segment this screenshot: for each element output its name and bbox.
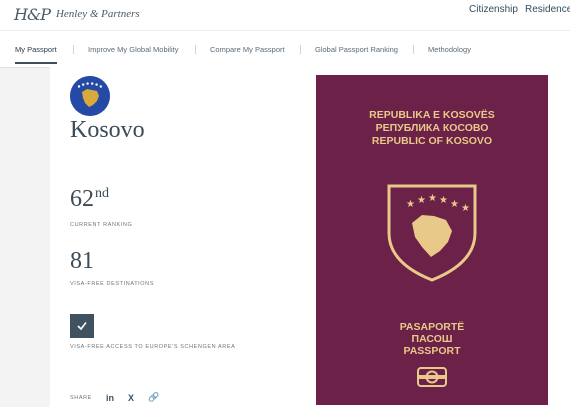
tab-separator xyxy=(413,45,414,54)
tab-separator xyxy=(300,45,301,54)
nav-link-residence[interactable]: Residence xyxy=(525,4,570,15)
tab-separator xyxy=(73,45,74,54)
passport-word-albanian: PASAPORTË xyxy=(399,321,465,333)
passport-title-serbian: РЕПУБЛИКА КОСОВО xyxy=(375,122,489,134)
svg-text:★: ★ xyxy=(428,193,437,204)
svg-text:★: ★ xyxy=(450,199,459,210)
tab-methodology[interactable]: Methodology xyxy=(428,45,471,54)
tab-compare-passport[interactable]: Compare My Passport xyxy=(210,45,285,54)
passport-title-english: REPUBLIC OF KOSOVO xyxy=(371,135,493,147)
sub-navigation xyxy=(0,31,570,68)
schengen-label: VISA-FREE ACCESS TO EUROPE'S SCHENGEN AR… xyxy=(70,344,236,350)
link-icon[interactable]: 🔗 xyxy=(148,392,159,403)
tab-improve-mobility[interactable]: Improve My Global Mobility xyxy=(88,45,178,54)
linkedin-icon[interactable]: in xyxy=(106,393,114,403)
rank-value: 62 xyxy=(70,186,94,212)
svg-text:★: ★ xyxy=(461,203,470,214)
tab-global-ranking[interactable]: Global Passport Ranking xyxy=(315,45,398,54)
logo-text: Henley & Partners xyxy=(55,8,140,20)
rank-label: CURRENT RANKING xyxy=(70,222,133,228)
passport-word-english: PASSPORT xyxy=(403,345,461,357)
rank-number: 62nd xyxy=(70,186,109,213)
svg-text:★: ★ xyxy=(439,195,448,206)
visa-free-count: 81 xyxy=(70,248,94,274)
country-name: Kosovo xyxy=(70,117,145,143)
svg-text:★: ★ xyxy=(406,199,415,210)
x-icon[interactable]: X xyxy=(128,393,134,403)
tab-separator xyxy=(195,45,196,54)
nav-link-citizenship[interactable]: Citizenship xyxy=(469,4,518,15)
kosovo-flag-icon xyxy=(70,76,110,116)
passport-word-serbian: ПАСОШ xyxy=(411,333,453,345)
logo[interactable]: H&P Henley & Partners xyxy=(14,2,140,26)
share-row: SHARE in X 🔗 xyxy=(70,392,173,403)
rank-suffix: nd xyxy=(95,186,109,201)
svg-text:★: ★ xyxy=(417,195,426,206)
tab-my-passport[interactable]: My Passport xyxy=(15,45,57,54)
schengen-check-icon xyxy=(70,314,94,338)
logo-mark: H&P xyxy=(14,4,51,24)
visa-free-label: VISA-FREE DESTINATIONS xyxy=(70,281,154,287)
top-bar: H&P Henley & Partners Citizenship Reside… xyxy=(0,0,570,31)
passport-title-albanian: REPUBLIKA E KOSOVËS xyxy=(369,109,495,121)
active-tab-indicator xyxy=(15,62,57,64)
